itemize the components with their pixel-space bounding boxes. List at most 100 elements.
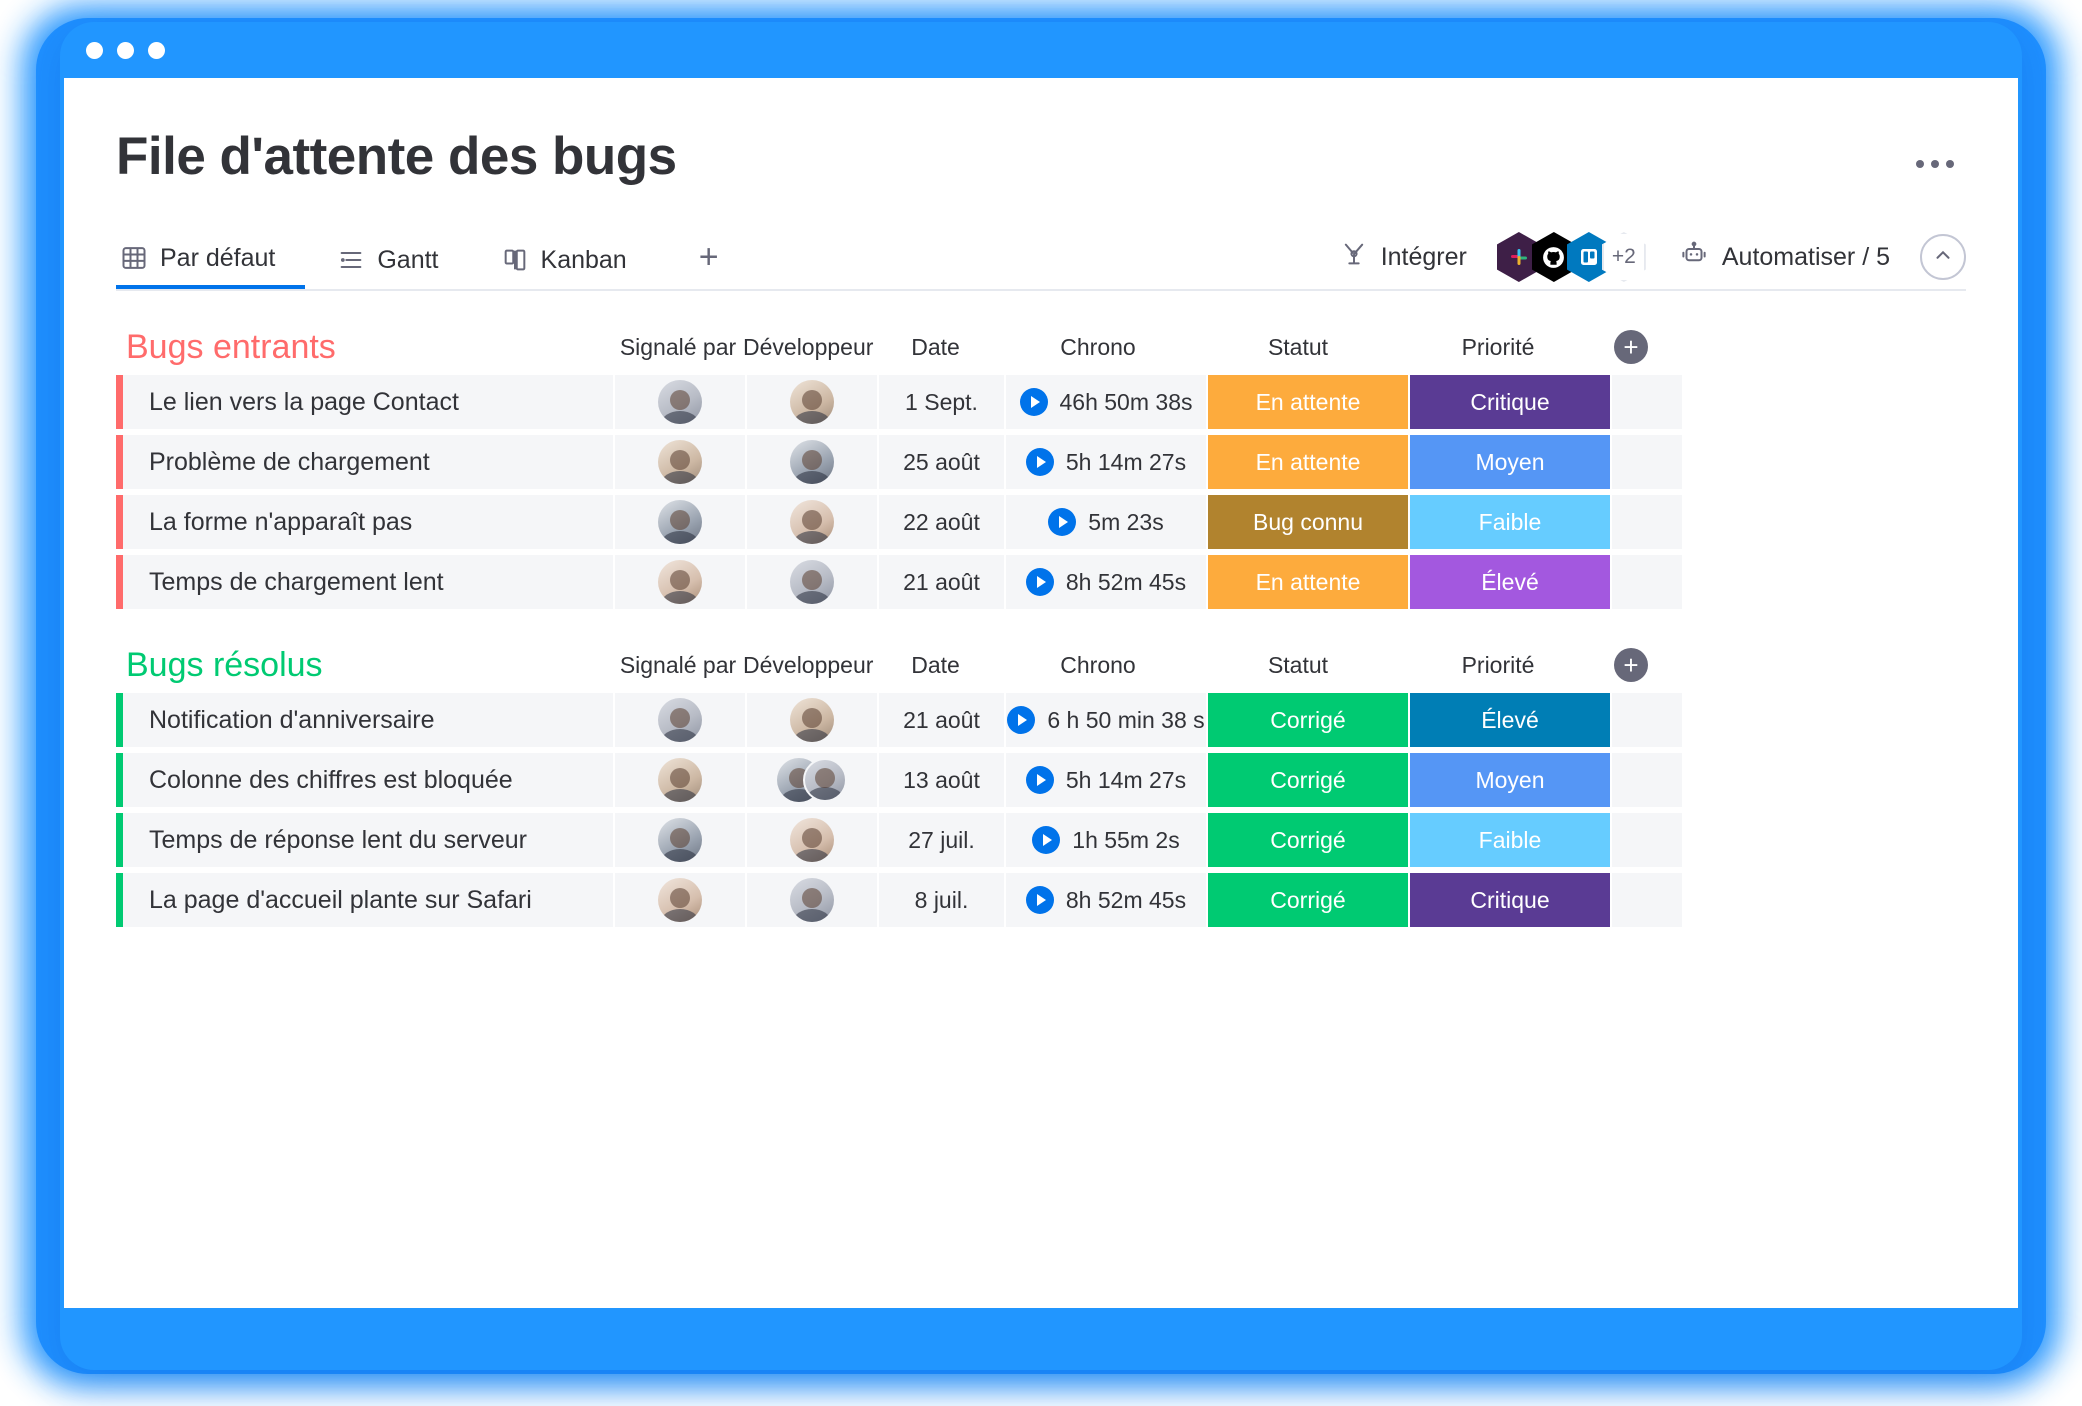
priority-badge[interactable]: Faible	[1410, 495, 1610, 549]
column-header-priority[interactable]: Priorité	[1398, 652, 1598, 679]
row-developer[interactable]	[747, 753, 877, 807]
avatar[interactable]	[658, 380, 702, 424]
priority-badge[interactable]: Moyen	[1410, 435, 1610, 489]
avatar[interactable]	[658, 758, 702, 802]
window-maximize-dot[interactable]	[148, 41, 165, 59]
priority-badge[interactable]: Moyen	[1410, 753, 1610, 807]
play-icon[interactable]	[1025, 568, 1054, 596]
status-badge[interactable]: Corrigé	[1208, 873, 1408, 927]
avatar[interactable]	[790, 818, 834, 862]
row-reporter[interactable]	[615, 873, 745, 927]
window-close-dot[interactable]	[86, 41, 103, 59]
row-date[interactable]: 27 juil.	[879, 813, 1004, 867]
row-date[interactable]: 1 Sept.	[879, 375, 1004, 429]
status-badge[interactable]: Bug connu	[1208, 495, 1408, 549]
more-options-button[interactable]	[1916, 130, 1954, 168]
column-header-developer[interactable]: Développeur	[743, 334, 873, 361]
avatar[interactable]	[658, 818, 702, 862]
row-reporter[interactable]	[615, 693, 745, 747]
row-reporter[interactable]	[615, 555, 745, 609]
table-row[interactable]: Le lien vers la page Contact 1 Sept. 46h 5…	[116, 375, 1966, 429]
avatar-group[interactable]	[777, 758, 847, 802]
column-header-date[interactable]: Date	[873, 652, 998, 679]
row-reporter[interactable]	[615, 375, 745, 429]
table-row[interactable]: Colonne des chiffres est bloquée 13 août 5…	[116, 753, 1966, 807]
avatar[interactable]	[790, 878, 834, 922]
tab-gantt[interactable]: Gantt	[333, 231, 468, 289]
avatar[interactable]	[803, 758, 847, 802]
table-row[interactable]: La forme n'apparaît pas 22 août 5m 23s Bug …	[116, 495, 1966, 549]
column-header-status[interactable]: Statut	[1198, 334, 1398, 361]
priority-badge[interactable]: Faible	[1410, 813, 1610, 867]
add-column-button[interactable]: +	[1614, 648, 1648, 682]
automate-button[interactable]: Automatiser / 5	[1679, 239, 1890, 276]
column-header-status[interactable]: Statut	[1198, 652, 1398, 679]
row-title[interactable]: La forme n'apparaît pas	[116, 495, 613, 549]
row-title[interactable]: Le lien vers la page Contact	[116, 375, 613, 429]
avatar[interactable]	[658, 500, 702, 544]
row-chrono[interactable]: 46h 50m 38s	[1006, 375, 1206, 429]
table-row[interactable]: La page d'accueil plante sur Safari 8 jui…	[116, 873, 1966, 927]
add-view-button[interactable]: +	[685, 240, 733, 280]
collapse-toolbar-button[interactable]	[1920, 234, 1966, 280]
column-header-developer[interactable]: Développeur	[743, 652, 873, 679]
row-date[interactable]: 25 août	[879, 435, 1004, 489]
row-developer[interactable]	[747, 435, 877, 489]
play-icon[interactable]	[1032, 826, 1061, 854]
column-header-priority[interactable]: Priorité	[1398, 334, 1598, 361]
row-chrono[interactable]: 8h 52m 45s	[1006, 555, 1206, 609]
avatar[interactable]	[658, 560, 702, 604]
tab-kanban[interactable]: Kanban	[497, 231, 657, 289]
priority-badge[interactable]: Critique	[1410, 873, 1610, 927]
integrations-overflow-badge[interactable]: +2	[1601, 232, 1646, 282]
row-title[interactable]: Temps de chargement lent	[116, 555, 613, 609]
row-chrono[interactable]: 5m 23s	[1006, 495, 1206, 549]
row-date[interactable]: 21 août	[879, 693, 1004, 747]
integrate-button[interactable]: Intégrer	[1340, 240, 1467, 275]
row-developer[interactable]	[747, 495, 877, 549]
column-header-reporter[interactable]: Signalé par	[613, 652, 743, 679]
column-header-chrono[interactable]: Chrono	[998, 334, 1198, 361]
priority-badge[interactable]: Critique	[1410, 375, 1610, 429]
table-row[interactable]: Notification d'anniversaire 21 août 6 h 50…	[116, 693, 1966, 747]
row-title[interactable]: Colonne des chiffres est bloquée	[116, 753, 613, 807]
row-title[interactable]: Problème de chargement	[116, 435, 613, 489]
tab-default[interactable]: Par défaut	[116, 231, 306, 289]
avatar[interactable]	[658, 698, 702, 742]
play-icon[interactable]	[1019, 388, 1048, 416]
window-minimize-dot[interactable]	[117, 41, 134, 59]
row-developer[interactable]	[747, 813, 877, 867]
status-badge[interactable]: En attente	[1208, 555, 1408, 609]
add-column-button[interactable]: +	[1614, 330, 1648, 364]
row-date[interactable]: 22 août	[879, 495, 1004, 549]
row-chrono[interactable]: 1h 55m 2s	[1006, 813, 1206, 867]
group-title[interactable]: Bugs entrants	[116, 330, 613, 364]
table-row[interactable]: Temps de réponse lent du serveur 27 juil.…	[116, 813, 1966, 867]
column-header-reporter[interactable]: Signalé par	[613, 334, 743, 361]
row-title[interactable]: La page d'accueil plante sur Safari	[116, 873, 613, 927]
status-badge[interactable]: Corrigé	[1208, 693, 1408, 747]
status-badge[interactable]: Corrigé	[1208, 813, 1408, 867]
row-reporter[interactable]	[615, 813, 745, 867]
table-row[interactable]: Temps de chargement lent 21 août 8h 52m 45…	[116, 555, 1966, 609]
row-chrono[interactable]: 5h 14m 27s	[1006, 435, 1206, 489]
avatar[interactable]	[790, 380, 834, 424]
row-developer[interactable]	[747, 693, 877, 747]
row-chrono[interactable]: 5h 14m 27s	[1006, 753, 1206, 807]
play-icon[interactable]	[1048, 508, 1077, 536]
priority-badge[interactable]: Élevé	[1410, 555, 1610, 609]
play-icon[interactable]	[1025, 886, 1054, 914]
avatar[interactable]	[790, 698, 834, 742]
priority-badge[interactable]: Élevé	[1410, 693, 1610, 747]
avatar[interactable]	[790, 440, 834, 484]
row-reporter[interactable]	[615, 495, 745, 549]
row-title[interactable]: Temps de réponse lent du serveur	[116, 813, 613, 867]
avatar[interactable]	[790, 560, 834, 604]
integrations-stack[interactable]: +2	[1496, 232, 1646, 282]
row-developer[interactable]	[747, 555, 877, 609]
avatar[interactable]	[790, 500, 834, 544]
row-date[interactable]: 13 août	[879, 753, 1004, 807]
column-header-chrono[interactable]: Chrono	[998, 652, 1198, 679]
row-developer[interactable]	[747, 375, 877, 429]
status-badge[interactable]: En attente	[1208, 375, 1408, 429]
